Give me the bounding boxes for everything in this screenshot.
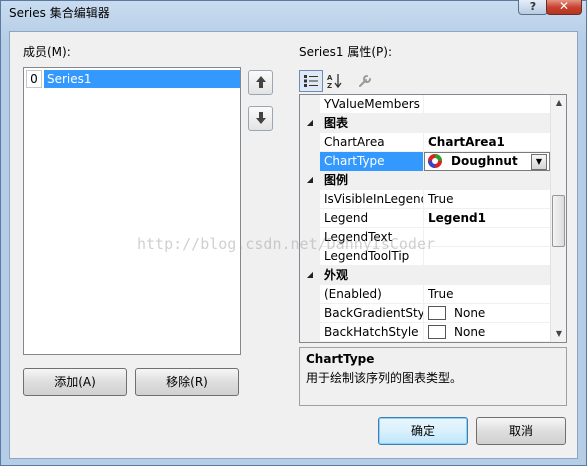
property-grid[interactable]: YValueMembers ◢ 图表 ChartArea ChartArea1 … [299,94,567,343]
collapse-triangle-icon[interactable]: ◢ [300,266,320,285]
remove-button[interactable]: 移除(R) [135,368,239,396]
property-row-enabled[interactable]: (Enabled) True [300,285,550,304]
description-text: 用于绘制该序列的图表类型。 [306,371,463,385]
member-index: 0 [26,70,42,88]
property-name: BackGradientStyle [320,304,424,323]
charttype-value-text: Doughnut [451,154,518,168]
cancel-button[interactable]: 取消 [476,417,566,445]
property-row-charttype[interactable]: ChartType Doughnut ▼ [300,152,550,171]
property-name: LegendText [320,228,424,247]
property-row-legendtooltip[interactable]: LegendToolTip [300,247,550,266]
dialog-client: 成员(M): 0 Series1 添加(A) 移除(R) Series1 属性(… [9,31,578,459]
property-value[interactable]: True [424,190,550,209]
collapse-triangle-icon[interactable]: ◢ [300,171,320,190]
members-list[interactable]: 0 Series1 [23,67,241,355]
category-name: 图例 [324,173,349,187]
close-button[interactable]: ✕ [546,0,582,15]
color-swatch [428,325,446,339]
property-name: YValueMembers [320,95,424,114]
category-name: 图表 [324,116,349,130]
property-row-legend[interactable]: Legend Legend1 [300,209,550,228]
category-row-appearance[interactable]: ◢ 外观 [300,266,550,285]
property-row-yvaluemembers[interactable]: YValueMembers [300,95,550,114]
property-name: BackHatchStyle [320,323,424,342]
categorized-button[interactable] [299,70,323,92]
property-row-legendtext[interactable]: LegendText [300,228,550,247]
property-value[interactable]: True [424,285,550,304]
move-down-button[interactable] [248,106,273,131]
property-pages-button[interactable] [353,70,377,92]
property-name: ChartType [320,152,424,171]
property-row-isvisibleinlegend[interactable]: IsVisibleInLegend True [300,190,550,209]
member-name[interactable]: Series1 [44,70,240,88]
description-title: ChartType [306,352,375,366]
property-name: (Enabled) [320,285,424,304]
description-panel: ChartType 用于绘制该序列的图表类型。 [299,347,567,406]
category-name: 外观 [324,268,349,282]
property-name: LegendToolTip [320,247,424,266]
wrench-icon [359,75,371,87]
properties-label: Series1 属性(P): [299,45,392,59]
members-label: 成员(M): [23,45,71,59]
alphabetical-icon: A Z [327,74,342,90]
arrow-down-icon [255,111,266,124]
property-value[interactable] [424,228,550,247]
property-value[interactable] [424,247,550,266]
property-value[interactable]: None [424,304,550,323]
ok-button[interactable]: 确定 [378,417,468,445]
color-swatch [428,306,446,320]
add-button[interactable]: 添加(A) [23,368,127,396]
move-up-button[interactable] [248,70,273,95]
property-name: ChartArea [320,133,424,152]
charttype-value-editor[interactable]: Doughnut ▼ [424,152,550,171]
dropdown-arrow-icon[interactable]: ▼ [531,154,547,170]
property-row-backgradientstyle[interactable]: BackGradientStyle None [300,304,550,323]
property-row-backhatchstyle[interactable]: BackHatchStyle None [300,323,550,342]
property-value[interactable] [424,95,550,114]
category-row-chart[interactable]: ◢ 图表 [300,114,550,133]
list-item[interactable]: 0 Series1 [26,70,240,88]
doughnut-icon [428,154,442,168]
property-value[interactable]: Legend1 [424,209,550,228]
property-value[interactable]: ChartArea1 [424,133,550,152]
property-grid-scrollbar[interactable]: ▲ ▼ [550,95,566,342]
arrow-up-icon [255,75,266,88]
scroll-up-icon[interactable]: ▲ [551,95,566,111]
property-name: Legend [320,209,424,228]
collapse-triangle-icon[interactable]: ◢ [300,114,320,133]
category-row-legend[interactable]: ◢ 图例 [300,171,550,190]
svg-text:A: A [327,74,333,82]
property-value[interactable]: None [424,323,550,342]
property-name: IsVisibleInLegend [320,190,424,209]
alphabetical-button[interactable]: A Z [323,70,347,92]
window-title: Series 集合编辑器 [9,6,110,20]
scrollbar-thumb[interactable] [552,195,565,247]
svg-text:Z: Z [327,82,332,89]
title-bar[interactable]: Series 集合编辑器 ? ✕ [1,0,586,25]
help-button[interactable]: ? [518,0,548,15]
collection-editor-window: Series 集合编辑器 ? ✕ 成员(M): 0 Series1 添加(A) … [0,0,587,466]
scroll-down-icon[interactable]: ▼ [551,326,566,342]
categorized-icon [304,75,318,87]
property-row-chartarea[interactable]: ChartArea ChartArea1 [300,133,550,152]
